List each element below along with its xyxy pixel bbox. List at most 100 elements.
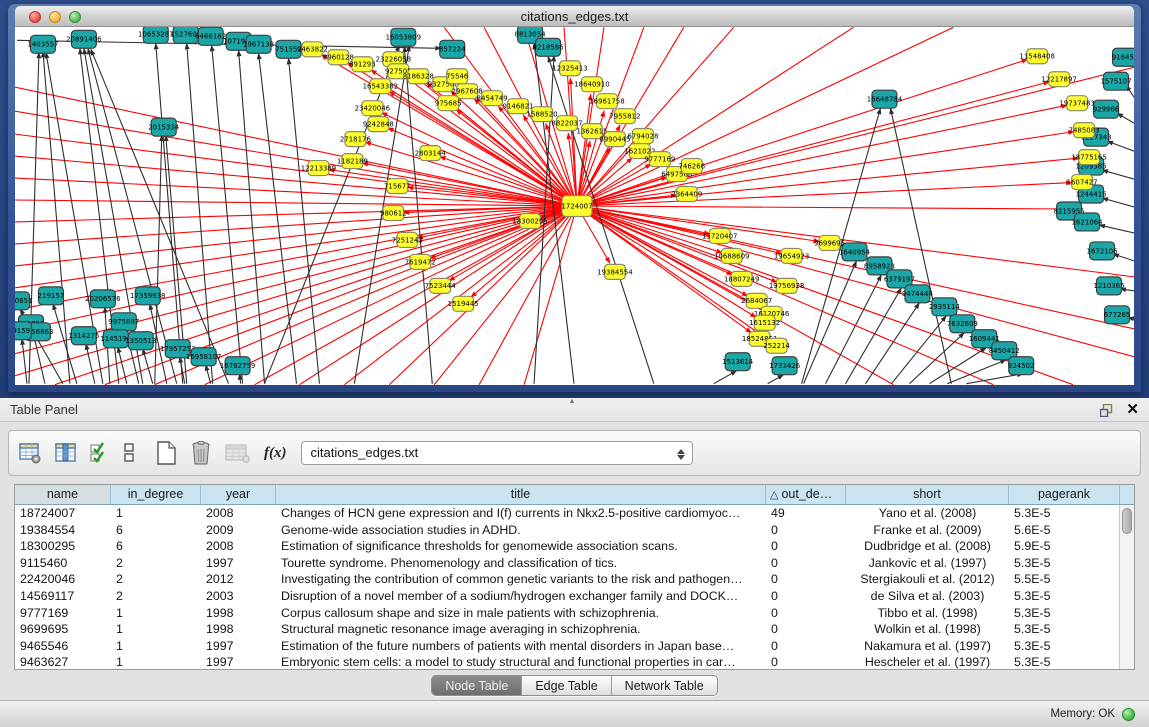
- graph-node-label: 18640910: [574, 81, 609, 89]
- table-cell-name: 14569117: [15, 588, 111, 605]
- graph-edge: [22, 339, 27, 384]
- table-cell-out_degree: 0: [766, 555, 846, 572]
- table-row[interactable]: 1938455462009Genome-wide association stu…: [15, 522, 1134, 539]
- network-canvas[interactable]: 1403557208914061065328715276026466162107…: [15, 27, 1134, 385]
- close-panel-icon[interactable]: ✕: [1126, 402, 1139, 418]
- select-all-rows-icon[interactable]: [90, 442, 110, 464]
- graph-node-label: 6794028: [627, 133, 658, 141]
- table-row[interactable]: 946362711997Embryonic stem cells: a mode…: [15, 654, 1134, 669]
- graph-node-label: 20891406: [66, 36, 101, 44]
- graph-node-label: 1724007: [561, 202, 592, 210]
- table-body[interactable]: 1872400712008Changes of HCN gene express…: [15, 505, 1134, 669]
- graph-node-label: 2364409: [671, 190, 702, 198]
- table-cell-in_degree: 1: [111, 621, 201, 638]
- table-cell-in_degree: 6: [111, 538, 201, 555]
- tab-edge-table[interactable]: Edge Table: [522, 676, 611, 695]
- graph-node-label: 8822037: [551, 120, 582, 128]
- memory-status-icon[interactable]: [1122, 708, 1135, 721]
- table-cell-name: 9115460: [15, 555, 111, 572]
- table-row[interactable]: 977716911998Corpus callosum shape and si…: [15, 605, 1134, 622]
- graph-node-label: 1967138: [243, 41, 274, 49]
- graph-node-label: 252214: [763, 342, 790, 350]
- graph-edge: [259, 53, 297, 383]
- window-titlebar[interactable]: citations_edges.txt: [15, 6, 1134, 27]
- graph-edge: [1117, 113, 1134, 123]
- select-columns-icon[interactable]: [55, 442, 77, 464]
- table-cell-name: 9777169: [15, 605, 111, 622]
- table-cell-title: Estimation of the future numbers of pati…: [276, 638, 766, 655]
- table-settings-icon[interactable]: [19, 442, 42, 464]
- table-cell-pagerank: 5.3E-5: [1009, 605, 1120, 622]
- graph-node-label: 1607427: [1067, 178, 1098, 186]
- column-header-name[interactable]: name: [15, 485, 111, 504]
- graph-edge: [206, 365, 211, 384]
- splitter-grip[interactable]: ▴: [566, 398, 578, 404]
- scrollbar-thumb[interactable]: [1122, 508, 1132, 534]
- table-cell-title: Genome-wide association studies in ADHD.: [276, 522, 766, 539]
- delete-table-icon[interactable]: [190, 441, 212, 465]
- table-row[interactable]: 946554611997Estimation of the future num…: [15, 638, 1134, 655]
- table-cell-in_degree: 6: [111, 522, 201, 539]
- table-cell-year: 2009: [201, 522, 276, 539]
- float-window-icon[interactable]: [1100, 404, 1114, 417]
- graph-edge: [577, 67, 1134, 206]
- table-row[interactable]: 1456911722003Disruption of a novel membe…: [15, 588, 1134, 605]
- graph-node-label: 10653287: [138, 31, 173, 39]
- graph-edge: [1102, 198, 1134, 207]
- graph-node-label: 1672106: [1087, 247, 1118, 255]
- table-cell-pagerank: 5.5E-5: [1009, 571, 1120, 588]
- graph-edge: [947, 360, 1006, 384]
- network-graph[interactable]: 1403557208914061065328715276026466162107…: [15, 27, 1134, 385]
- graph-node-label: 9146821: [503, 103, 534, 111]
- graph-node-label: 15720407: [702, 232, 737, 240]
- table-selector-dropdown[interactable]: citations_edges.txt: [301, 441, 693, 465]
- function-builder-icon[interactable]: f(x): [264, 445, 287, 462]
- vertical-scrollbar[interactable]: [1119, 505, 1134, 669]
- graph-edge: [15, 200, 577, 206]
- graph-node-label: 7619472: [405, 258, 436, 266]
- sort-ascending-icon: △: [770, 489, 778, 501]
- graph-edge: [890, 108, 951, 384]
- graph-node-label: 17359938: [130, 292, 165, 300]
- graph-node-label: 19654923: [774, 252, 809, 260]
- graph-node-label: 16543382: [363, 83, 398, 91]
- table-row[interactable]: 2242004622012Investigating the contribut…: [15, 571, 1134, 588]
- graph-node-label: 23226058: [376, 56, 411, 64]
- table-row[interactable]: 1830029562008Estimation of significance …: [15, 538, 1134, 555]
- table-row[interactable]: 969969511998Structural magnetic resonanc…: [15, 621, 1134, 638]
- graph-node-label: 7523444: [425, 282, 457, 290]
- graph-edge: [909, 333, 964, 384]
- table-cell-in_degree: 2: [111, 588, 201, 605]
- table-cell-in_degree: 1: [111, 654, 201, 669]
- graph-node-label: 18300295: [512, 217, 547, 225]
- graph-edge: [577, 206, 1065, 209]
- graph-edge: [404, 46, 432, 383]
- graph-edge: [577, 206, 782, 254]
- table-cell-out_degree: 0: [766, 638, 846, 655]
- column-header-in_degree[interactable]: in_degree: [111, 485, 201, 504]
- tab-network-table[interactable]: Network Table: [612, 676, 717, 695]
- graph-edge: [389, 206, 577, 385]
- column-header-title[interactable]: title: [276, 485, 766, 504]
- merge-rows-icon[interactable]: [123, 442, 135, 464]
- graph-node-label: 16648784: [867, 96, 903, 104]
- table-cell-pagerank: 5.3E-5: [1009, 505, 1120, 522]
- network-window[interactable]: citations_edges.txt 14035572089140610653…: [8, 4, 1141, 392]
- column-header-short[interactable]: short: [846, 485, 1009, 504]
- graph-node-label: 891293: [349, 61, 376, 69]
- table-cell-in_degree: 1: [111, 638, 201, 655]
- tab-node-table[interactable]: Node Table: [432, 676, 522, 695]
- graph-node-label: 7485083: [1069, 127, 1100, 135]
- column-header-year[interactable]: year: [201, 485, 276, 504]
- table-row[interactable]: 1872400712008Changes of HCN gene express…: [15, 505, 1134, 522]
- table-cell-year: 1997: [201, 654, 276, 669]
- graph-node-label: 2015334: [148, 124, 180, 132]
- column-header-out_degree[interactable]: △out_de…: [766, 485, 846, 504]
- graph-node-label: 1314275: [68, 332, 99, 340]
- table-row[interactable]: 911546021997Tourette syndrome. Phenomeno…: [15, 555, 1134, 572]
- graph-edge: [143, 349, 153, 384]
- new-table-icon[interactable]: [156, 441, 177, 465]
- table-cell-name: 18724007: [15, 505, 111, 522]
- column-header-pagerank[interactable]: pagerank: [1009, 485, 1120, 504]
- table-cell-in_degree: 2: [111, 555, 201, 572]
